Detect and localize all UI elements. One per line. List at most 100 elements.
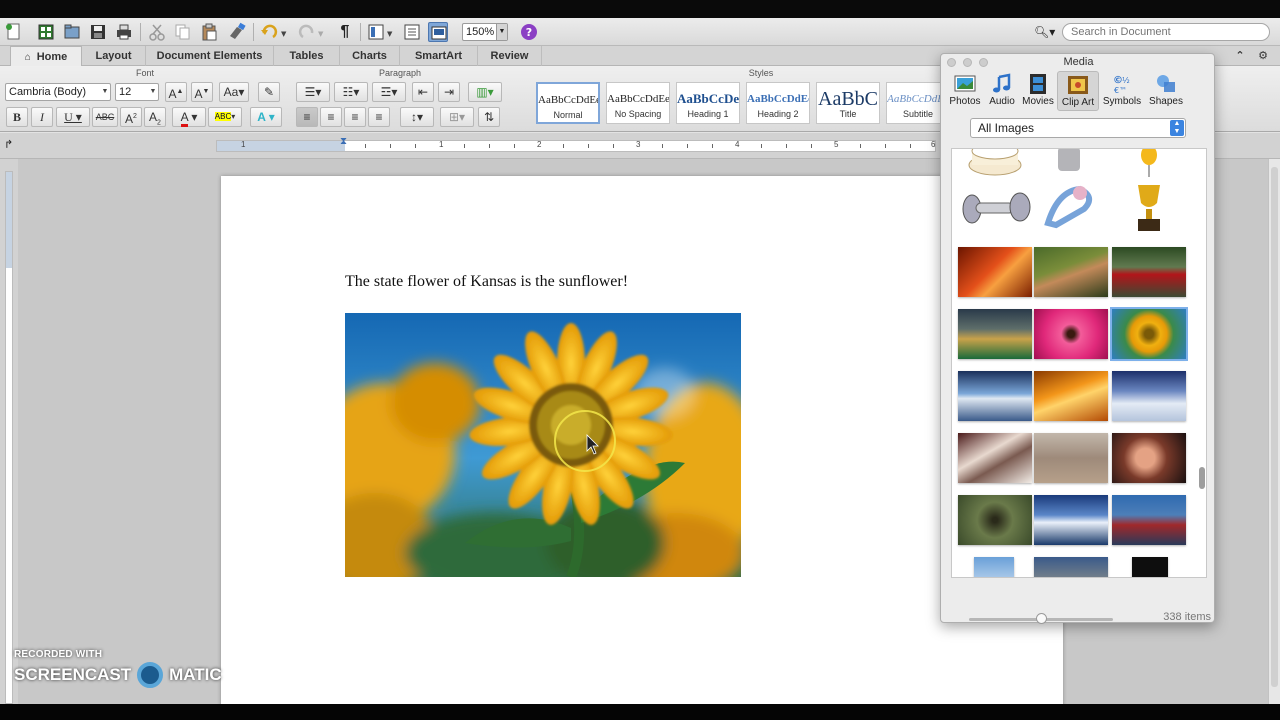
clip-mountaineer[interactable] bbox=[1112, 495, 1186, 545]
print-icon[interactable] bbox=[114, 22, 134, 42]
text-effects-button[interactable]: A ▾ bbox=[250, 107, 282, 127]
undo-icon[interactable]: ▼ bbox=[259, 22, 289, 42]
italic-button[interactable]: I bbox=[31, 107, 53, 127]
subscript-button[interactable]: A2 bbox=[144, 107, 166, 127]
copy-icon[interactable] bbox=[173, 22, 193, 42]
columns-button[interactable]: ▥▾ bbox=[468, 82, 502, 102]
align-center-button[interactable]: ≡ bbox=[320, 107, 342, 127]
increase-indent-button[interactable]: ⇥ bbox=[438, 82, 460, 102]
clip-surf-wave[interactable] bbox=[1034, 495, 1108, 545]
tab-review[interactable]: Review bbox=[478, 46, 542, 66]
document-scrollbar[interactable] bbox=[1268, 159, 1280, 704]
superscript-button[interactable]: A2 bbox=[120, 107, 142, 127]
sunflower-image[interactable] bbox=[345, 313, 741, 577]
cut-icon[interactable] bbox=[147, 22, 167, 42]
vertical-ruler[interactable] bbox=[0, 159, 18, 704]
font-name-select[interactable]: Cambria (Body) ▼ bbox=[5, 83, 111, 101]
scrollbar-thumb[interactable] bbox=[1271, 167, 1278, 687]
style-no-spacing[interactable]: AaBbCcDdEe No Spacing bbox=[606, 82, 670, 124]
font-color-button[interactable]: A ▾ bbox=[172, 107, 206, 127]
highlight-button[interactable]: ABC▾ bbox=[208, 107, 242, 127]
clip-desert-road[interactable] bbox=[1034, 371, 1108, 421]
save-icon[interactable] bbox=[88, 22, 108, 42]
tab-smartart[interactable]: SmartArt bbox=[400, 46, 478, 66]
grid-scrollbar[interactable] bbox=[1198, 149, 1206, 577]
sidebar-toggle-icon[interactable] bbox=[402, 22, 422, 42]
clip-cyclists[interactable] bbox=[1112, 247, 1186, 297]
clip-trophy[interactable] bbox=[1112, 179, 1186, 235]
pilcrow-icon[interactable]: ¶ bbox=[335, 22, 355, 42]
paste-icon[interactable] bbox=[199, 22, 219, 42]
search-icon[interactable]: 🔍︎▾ bbox=[1034, 22, 1060, 42]
tab-movies[interactable]: Movies bbox=[1017, 71, 1059, 111]
clip-sunflower[interactable] bbox=[1110, 307, 1188, 361]
clip-safety-pin[interactable] bbox=[1034, 179, 1108, 235]
gear-icon[interactable]: ⚙ bbox=[1254, 46, 1272, 66]
clip-pink-daisy[interactable] bbox=[1034, 309, 1108, 359]
tab-home[interactable]: ⌂ Home bbox=[10, 46, 82, 67]
sort-button[interactable]: ⇅ bbox=[478, 107, 500, 127]
clip-group-photo[interactable] bbox=[1034, 557, 1108, 577]
clip-crying-baby[interactable] bbox=[1112, 433, 1186, 483]
shrink-font-button[interactable]: A▼ bbox=[191, 82, 213, 102]
strikethrough-button[interactable]: ABC bbox=[92, 107, 118, 127]
open-icon[interactable] bbox=[62, 22, 82, 42]
align-left-button[interactable]: ≡ bbox=[296, 107, 318, 127]
tab-stop-icon[interactable]: ↱ bbox=[4, 138, 13, 151]
tab-clip-art[interactable]: Clip Art bbox=[1057, 71, 1099, 111]
clip-snow-trees[interactable] bbox=[1112, 371, 1186, 421]
tab-charts[interactable]: Charts bbox=[340, 46, 400, 66]
clip-sky-water[interactable] bbox=[958, 371, 1032, 421]
tab-layout[interactable]: Layout bbox=[82, 46, 146, 66]
style-normal[interactable]: AaBbCcDdEe Normal bbox=[536, 82, 600, 124]
style-heading-2[interactable]: AaBbCcDdEe Heading 2 bbox=[746, 82, 810, 124]
justify-button[interactable]: ≡ bbox=[368, 107, 390, 127]
search-input[interactable] bbox=[1062, 23, 1270, 41]
bullets-button[interactable]: ☰▾ bbox=[296, 82, 330, 102]
clip-red-canyon[interactable] bbox=[958, 247, 1032, 297]
tab-document-elements[interactable]: Document Elements bbox=[146, 46, 274, 66]
multilevel-list-button[interactable]: ☲▾ bbox=[372, 82, 406, 102]
new-document-icon[interactable] bbox=[4, 22, 24, 42]
font-size-select[interactable]: 12 ▼ bbox=[115, 83, 159, 101]
style-heading-1[interactable]: AaBbCcDe Heading 1 bbox=[676, 82, 740, 124]
tab-shapes[interactable]: Shapes bbox=[1145, 71, 1187, 111]
view-layout-icon[interactable]: ▼ bbox=[366, 22, 396, 42]
clip-foggy-tree[interactable] bbox=[1034, 433, 1108, 483]
clear-formatting-button[interactable]: ✎ bbox=[258, 82, 280, 102]
help-icon[interactable]: ? bbox=[519, 22, 539, 42]
document-paragraph[interactable]: The state flower of Kansas is the sunflo… bbox=[345, 273, 628, 291]
category-select[interactable]: All Images ▲ ▼ bbox=[970, 118, 1186, 138]
clip-typing-hands[interactable] bbox=[958, 433, 1032, 483]
numbering-button[interactable]: ☷▾ bbox=[334, 82, 368, 102]
scrollbar-thumb[interactable] bbox=[1199, 467, 1205, 489]
media-browser-icon[interactable] bbox=[428, 22, 448, 42]
line-spacing-button[interactable]: ↕▾ bbox=[400, 107, 434, 127]
grow-font-button[interactable]: A▲ bbox=[165, 82, 187, 102]
tab-tables[interactable]: Tables bbox=[274, 46, 340, 66]
clip-silver-rattle[interactable] bbox=[958, 179, 1032, 235]
format-painter-icon[interactable] bbox=[227, 22, 247, 42]
borders-button[interactable]: ⊞▾ bbox=[440, 107, 474, 127]
style-title[interactable]: AaBbC Title bbox=[816, 82, 880, 124]
indent-marker-icon[interactable]: ⧗ bbox=[340, 136, 347, 147]
zoom-select[interactable]: 150% ▼ bbox=[462, 23, 508, 41]
clip-cow[interactable] bbox=[974, 557, 1014, 577]
bold-button[interactable]: B bbox=[6, 107, 28, 127]
templates-icon[interactable] bbox=[36, 22, 56, 42]
ribbon-collapse-icon[interactable]: ⌃ bbox=[1232, 46, 1248, 66]
slider-knob[interactable] bbox=[1036, 613, 1047, 624]
align-right-button[interactable]: ≡ bbox=[344, 107, 366, 127]
change-case-button[interactable]: Aa▾ bbox=[219, 82, 249, 102]
clip-spider[interactable] bbox=[958, 495, 1032, 545]
clip-dark-photo[interactable] bbox=[1132, 557, 1168, 577]
document-page[interactable]: The state flower of Kansas is the sunflo… bbox=[221, 176, 1063, 704]
clip-hands-exchange[interactable] bbox=[1034, 247, 1108, 297]
tab-photos[interactable]: Photos bbox=[944, 71, 986, 111]
clip-city-night[interactable] bbox=[958, 309, 1032, 359]
tab-symbols[interactable]: © ½ €™ Symbols bbox=[1101, 71, 1143, 111]
horizontal-ruler[interactable]: ⧗ 1 1 2 3 4 5 6 bbox=[216, 136, 936, 152]
underline-button[interactable]: U ▾ bbox=[56, 107, 90, 127]
redo-icon[interactable]: ▼ bbox=[296, 22, 326, 42]
decrease-indent-button[interactable]: ⇤ bbox=[412, 82, 434, 102]
